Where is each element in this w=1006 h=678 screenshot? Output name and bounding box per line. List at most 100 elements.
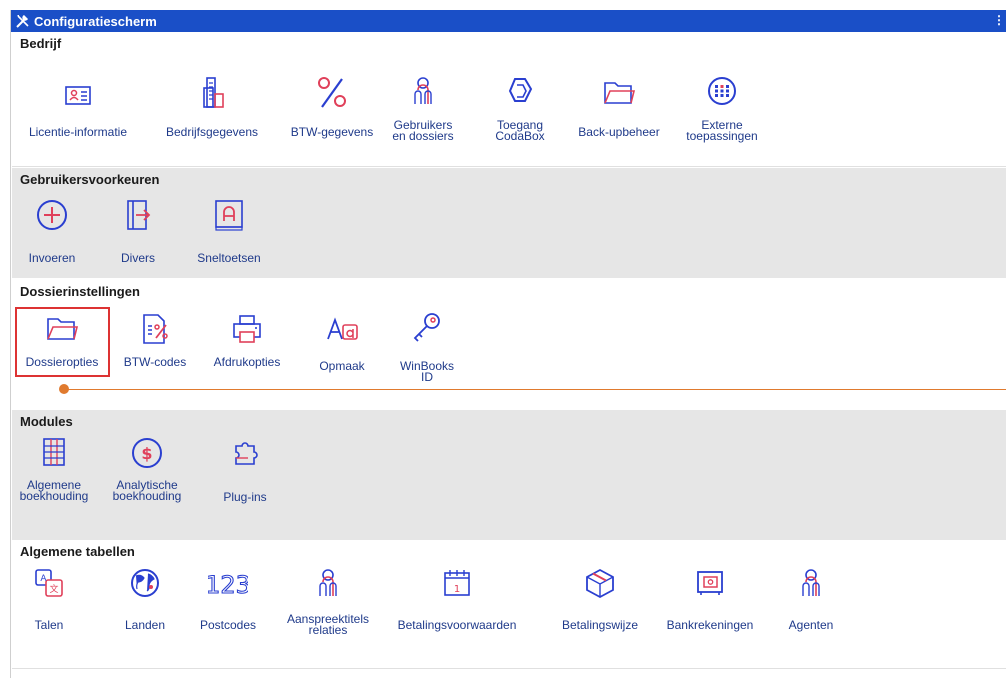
shortcut-key-icon [215,200,243,231]
item-divers[interactable]: Divers [112,190,164,270]
item-sneltoetsen[interactable]: Sneltoetsen [184,190,274,270]
item-label: Agenten [788,618,834,632]
item-btw-gegevens[interactable]: BTW-gegevens [280,74,384,154]
puzzle-icon [235,442,258,465]
section-modules: Modules Algemene boekhouding $ Analytisc… [12,410,1006,540]
item-label: Sneltoetsen [197,251,261,265]
item-label: Algemene boekhouding [19,478,89,503]
codabox-icon [508,78,533,102]
item-licentie-informatie[interactable]: Licentie-informatie [12,82,144,152]
item-opmaak[interactable]: Opmaak [306,308,378,378]
item-winbooks-id[interactable]: WinBooks ID [394,308,460,388]
item-label: Bedrijfsgegevens [165,125,259,139]
item-label: BTW-codes [123,355,187,369]
item-invoeren[interactable]: Invoeren [14,190,90,270]
item-label: Gebruikers en dossiers [392,118,454,143]
item-btw-codes[interactable]: BTW-codes [116,308,194,378]
section-title: Algemene tabellen [20,544,135,559]
item-plug-ins[interactable]: Plug-ins [210,432,280,522]
folder-icon [47,318,79,340]
svg-text:123: 123 [208,571,248,599]
window-title: Configuratiescherm [34,13,157,29]
item-label: Talen [34,618,64,632]
percent-icon [318,77,346,108]
section-title: Bedrijf [20,36,62,51]
svg-text:A: A [40,574,47,584]
item-talen[interactable]: A 文 Talen [16,562,82,652]
item-label: Landen [124,618,166,632]
item-externe-toepassingen[interactable]: Externe toepassingen [672,74,772,158]
item-back-upbeheer[interactable]: Back-upbeheer [566,74,672,154]
window-titlebar: Configuratiescherm ⋮ [11,10,1006,32]
numbers-icon: 123 [208,570,248,599]
item-label: Betalingswijze [561,618,639,632]
item-landen[interactable]: Landen [112,562,178,652]
item-label: Analytische boekhouding [112,478,182,503]
person-icon [802,569,820,596]
config-window: Configuratiescherm ⋮ Bedrijf Licentie-in… [10,10,1006,678]
item-label: Toegang CodaBox [495,118,545,143]
key-icon [413,313,440,342]
item-algemene-boekhouding[interactable]: Algemene boekhouding [16,432,92,522]
item-label: Divers [120,251,155,265]
section-title: Dossierinstellingen [20,284,140,299]
item-agenten[interactable]: Agenten [776,562,846,652]
item-label: Dossieropties [25,355,99,369]
item-betalingsvoorwaarden[interactable]: 1 Betalingsvoorwaarden [376,562,538,652]
ledger-icon [43,438,65,466]
item-label: Afdrukopties [213,355,281,369]
item-dossieropties[interactable]: Dossieropties [16,308,108,374]
payment-box-icon [586,568,614,599]
item-label: Invoeren [28,251,76,265]
window-menu-icon[interactable]: ⋮ [993,13,1005,27]
dollar-circle-icon: $ [132,438,162,468]
folder-icon [604,82,636,104]
item-label: BTW-gegevens [290,125,374,139]
person-icon [319,569,337,596]
item-gebruikers-en-dossiers[interactable]: Gebruikers en dossiers [390,74,456,158]
section-title: Modules [20,414,73,429]
item-label: Bankrekeningen [666,618,754,632]
safe-icon [697,571,723,595]
item-label: Externe toepassingen [686,118,758,143]
section-algemene-tabellen: Algemene tabellen A 文 Talen Landen 123 P… [12,540,1006,669]
item-analytische-boekhouding[interactable]: $ Analytische boekhouding [94,432,200,522]
export-doc-icon [127,200,151,230]
item-label: Plug-ins [223,490,267,504]
item-bankrekeningen[interactable]: Bankrekeningen [652,562,768,652]
section-title: Gebruikersvoorkeuren [20,172,160,187]
svg-text:$: $ [141,444,152,463]
building-icon [203,77,224,108]
item-label: Opmaak [319,359,365,373]
item-afdrukopties[interactable]: Afdrukopties [202,308,292,378]
calendar-icon: 1 [444,570,470,596]
item-label: WinBooks ID [399,359,455,384]
progress-line [62,389,1006,390]
svg-text:文: 文 [49,583,58,595]
item-label: Betalingsvoorwaarden [397,618,517,632]
item-label: Back-upbeheer [578,125,660,139]
item-bedrijfsgegevens[interactable]: Bedrijfsgegevens [148,74,276,154]
item-label: Postcodes [199,618,257,632]
id-card-icon [65,86,91,105]
language-icon: A 文 [35,569,63,597]
font-format-icon [327,317,358,340]
plus-circle-icon [37,200,67,230]
printer-icon [233,315,261,343]
section-dossierinstellingen: Dossierinstellingen Dossieropties BTW-co… [12,280,1006,410]
apps-icon [708,77,736,105]
item-label: Licentie-informatie [28,125,128,139]
item-betalingswijze[interactable]: Betalingswijze [548,562,652,652]
tools-icon [16,15,29,28]
section-gebruikersvoorkeuren: Gebruikersvoorkeuren Invoeren Divers Sne [12,168,1006,278]
section-bedrijf: Bedrijf Licentie-informatie Bedrijfsgege… [12,32,1006,167]
globe-icon [131,569,159,597]
users-icon [414,77,432,104]
svg-text:1: 1 [454,584,460,595]
progress-indicator-dot [59,384,69,394]
item-label: Aanspreektitels relaties [286,612,370,637]
item-aanspreektitels-relaties[interactable]: Aanspreektitels relaties [282,562,374,658]
item-toegang-codabox[interactable]: Toegang CodaBox [490,74,550,158]
vat-doc-icon [143,314,168,344]
item-postcodes[interactable]: 123 Postcodes [192,562,264,652]
